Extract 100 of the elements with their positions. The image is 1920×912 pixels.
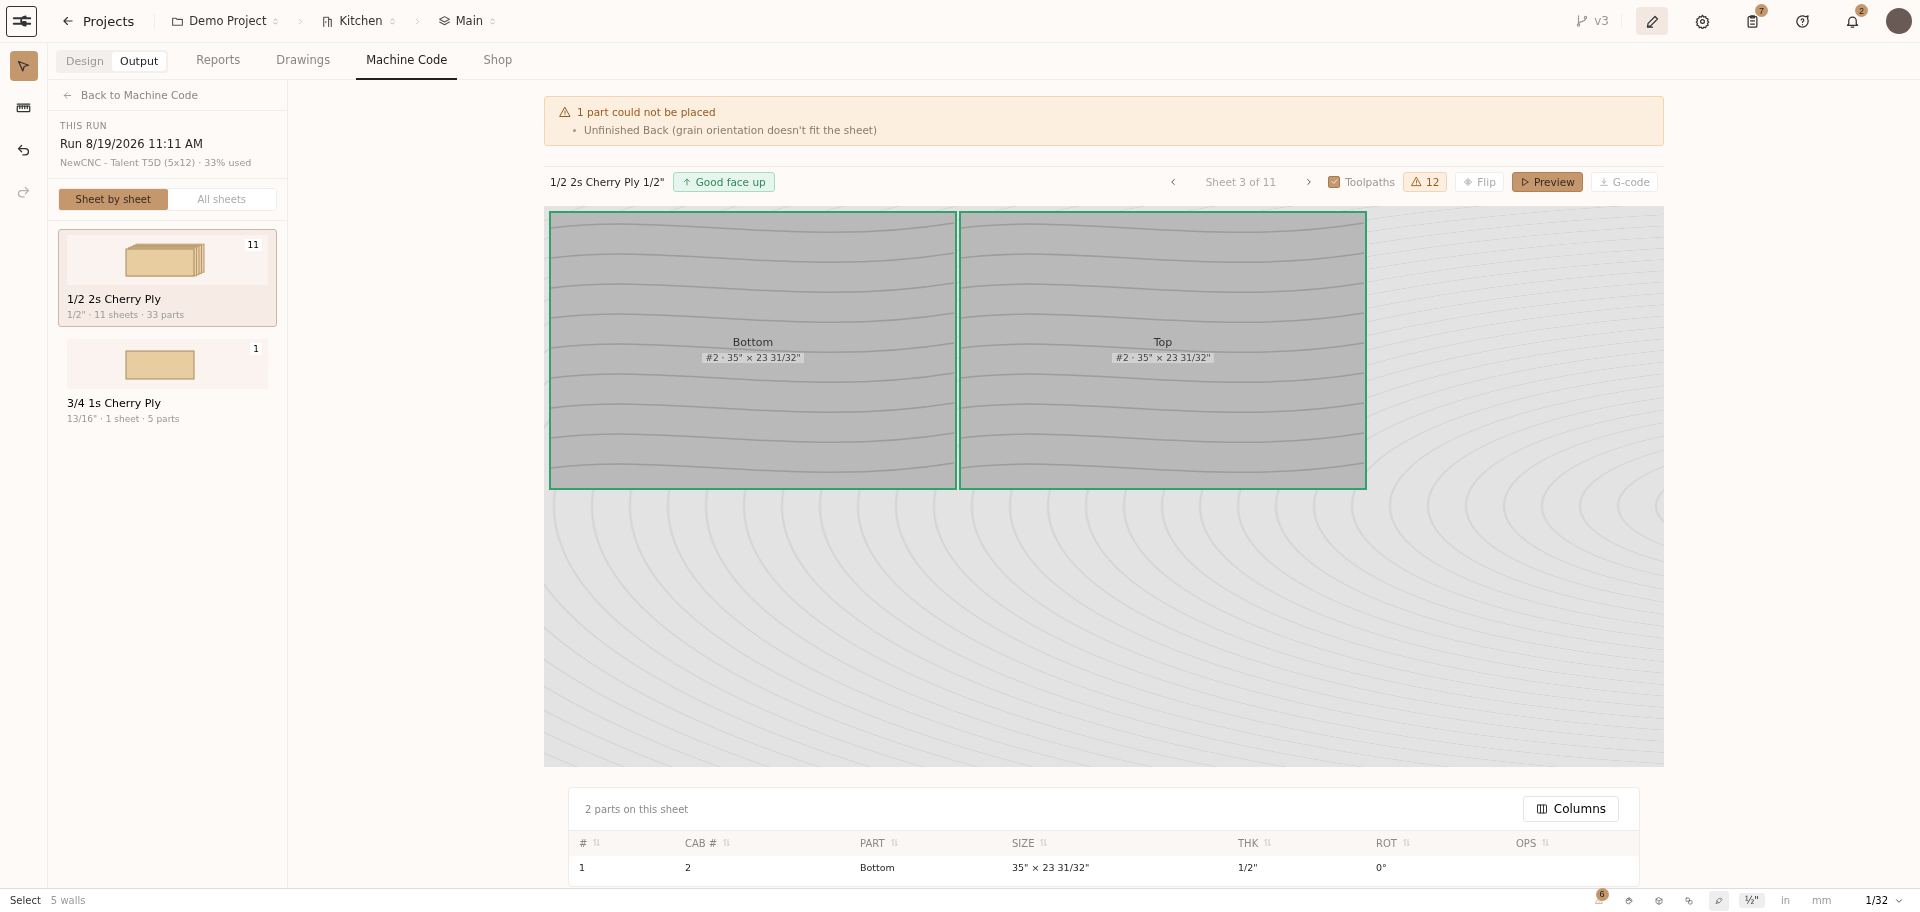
back-arrow-icon	[62, 89, 73, 101]
sheet-part[interactable]: Bottom #2 · 35" × 23 31/32"	[549, 211, 957, 490]
warning-item: Unfinished Back (grain orientation doesn't fit the sheet)	[584, 124, 878, 136]
logo-icon[interactable]	[6, 5, 37, 37]
sort-icon	[1541, 838, 1551, 847]
section-label: THIS RUN	[60, 121, 109, 131]
updown-icon	[271, 16, 281, 26]
material-name: 1/2 2s Cherry Ply	[66, 293, 162, 306]
pencil-button[interactable]	[1636, 7, 1668, 35]
column-header[interactable]: THK	[1228, 831, 1366, 856]
sort-icon	[1401, 838, 1411, 847]
clipboard-button[interactable]: 7	[1736, 7, 1768, 35]
warnings-button[interactable]: 12	[1402, 171, 1448, 192]
pointer-tool-button[interactable]	[9, 51, 38, 81]
tab[interactable]: Drawings	[266, 42, 341, 80]
download-icon	[1598, 176, 1609, 187]
door-icon	[321, 14, 335, 28]
table-summary: 2 parts on this sheet	[585, 803, 689, 815]
help-icon	[1794, 13, 1810, 29]
table-cell-text: 1	[578, 861, 587, 875]
up-arrow-icon	[681, 176, 692, 187]
sheet-action-button[interactable]: Preview	[1511, 171, 1583, 192]
warning-icon	[1410, 176, 1422, 187]
brush-icon	[1714, 894, 1723, 907]
view-option[interactable]: All sheets	[167, 189, 276, 210]
tab[interactable]: Reports	[186, 42, 251, 80]
column-header[interactable]: PART	[850, 831, 1002, 856]
material-card[interactable]: 1 3/4 1s Cherry Ply 13/16" · 1 sheet · 5 parts	[58, 333, 277, 431]
cube-icon	[1654, 894, 1663, 907]
tab[interactable]: Machine Code	[356, 42, 458, 80]
run-detail: NewCNC - Talent T5D (5x12) · 33% used	[60, 157, 253, 168]
material-name: 3/4 1s Cherry Ply	[66, 397, 162, 410]
tab[interactable]: Shop	[473, 42, 523, 80]
check-icon	[1329, 177, 1339, 186]
back-link[interactable]: Back to Machine Code	[48, 80, 287, 111]
play-icon	[1519, 176, 1530, 187]
unit-option[interactable]: in	[1774, 893, 1797, 908]
warnings-button[interactable]: 6	[1588, 890, 1609, 911]
selection-detail: 5 walls	[50, 895, 86, 906]
column-header[interactable]: SIZE	[1002, 831, 1228, 856]
unit-option[interactable]: mm	[1806, 893, 1838, 908]
sheet-material: 1/2 2s Cherry Ply 1/2"	[550, 175, 665, 188]
toolpaths-checkbox[interactable]	[1328, 175, 1341, 188]
pointer-icon	[16, 58, 31, 74]
precision-dropdown[interactable]: 1/32	[1859, 894, 1910, 907]
toolpaths-label[interactable]: Toolpaths	[1345, 175, 1395, 188]
sort-icon	[1263, 838, 1273, 847]
mode-tab[interactable]: Output	[112, 51, 167, 71]
column-header[interactable]: CAB #	[675, 831, 850, 856]
version-label: v3	[1594, 14, 1609, 28]
layers-icon	[437, 14, 451, 28]
run-title: Run 8/19/2026 11:11 AM	[60, 137, 204, 151]
projects-back-button[interactable]: Projects	[47, 13, 156, 29]
sheet-part[interactable]: Top #2 · 35" × 23 31/32"	[959, 211, 1367, 490]
breadcrumb[interactable]: Main	[431, 14, 504, 28]
bell-button[interactable]: 2	[1836, 7, 1868, 35]
version-indicator[interactable]: v3	[1575, 14, 1622, 28]
material-card[interactable]: 11 1/2 2s Cherry Ply 1/2" · 11 sheets · 33 parts	[58, 229, 277, 327]
clipboard-icon	[1744, 13, 1760, 29]
column-header[interactable]: #	[569, 831, 675, 856]
branch-icon	[1575, 14, 1590, 28]
sheet-count: 11	[244, 239, 262, 251]
updown-icon	[488, 16, 498, 26]
columns-icon	[1535, 803, 1548, 815]
sheet-action-button[interactable]: G-code	[1590, 171, 1658, 192]
warning-icon	[559, 106, 571, 118]
avatar[interactable]	[1886, 8, 1912, 34]
table-cell-text: 1/2"	[1237, 861, 1259, 875]
mode-tab[interactable]: Design	[58, 51, 112, 71]
squares-icon	[1684, 894, 1693, 907]
settings-icon	[1694, 13, 1710, 29]
table-cell-text: Bottom	[859, 861, 896, 875]
columns-button[interactable]: Columns	[1522, 796, 1619, 822]
breadcrumb[interactable]: Kitchen	[315, 14, 403, 28]
undo-icon	[16, 142, 31, 158]
count-badge: 2	[1855, 4, 1868, 17]
sort-icon	[889, 838, 899, 847]
column-header[interactable]: ROT	[1366, 831, 1506, 856]
breadcrumb[interactable]: Demo Project	[165, 14, 287, 28]
column-header[interactable]: OPS	[1506, 831, 1639, 856]
unit-option[interactable]: ½"	[1738, 893, 1765, 908]
view-option[interactable]: Sheet by sheet	[59, 189, 168, 210]
bell-icon	[1844, 13, 1860, 29]
part-detail: #2 · 35" × 23 31/32"	[702, 353, 804, 363]
count-badge: 6	[1595, 887, 1609, 901]
sheet-pager: Sheet 3 of 11	[1204, 175, 1278, 188]
table-cell-text: 35" × 23 31/32"	[1011, 861, 1091, 875]
redo-icon	[16, 184, 31, 200]
pencil-icon	[1644, 13, 1660, 29]
face-badge: Good face up	[672, 171, 775, 192]
sort-icon	[1039, 838, 1049, 847]
palette-icon	[1624, 894, 1633, 907]
table-cell-text: 0°	[1375, 861, 1388, 875]
warning-title: 1 part could not be placed	[577, 106, 716, 118]
flip-icon	[1463, 176, 1474, 187]
sheet-count: 1	[250, 343, 262, 355]
material-detail: 13/16" · 1 sheet · 5 parts	[66, 414, 181, 424]
sort-icon	[592, 838, 602, 847]
material-detail: 1/2" · 11 sheets · 33 parts	[66, 310, 186, 320]
updown-icon	[387, 16, 397, 26]
